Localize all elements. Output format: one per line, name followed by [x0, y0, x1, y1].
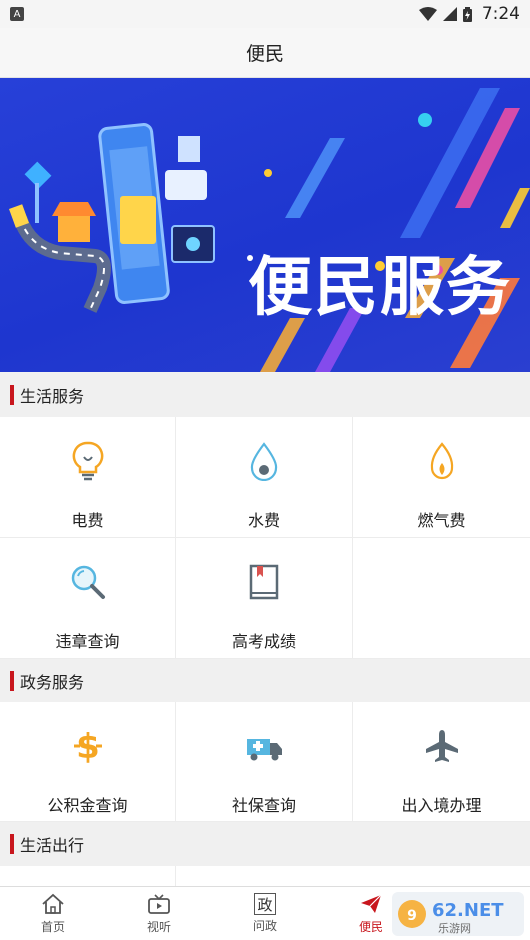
- travel-grid-partial: [0, 866, 530, 886]
- service-exam-score[interactable]: 高考成绩: [176, 538, 353, 659]
- book-icon: [242, 560, 286, 604]
- section-accent-bar: [10, 834, 14, 854]
- service-electricity[interactable]: 电费: [0, 417, 176, 538]
- section-header-government-services: 政务服务: [0, 659, 530, 703]
- section-title: 生活出行: [20, 836, 85, 855]
- home-icon: [40, 892, 66, 916]
- svg-text:9: 9: [407, 908, 417, 924]
- section-accent-bar: [10, 671, 14, 691]
- service-label: 社保查询: [231, 796, 296, 815]
- nav-label: 便民: [358, 920, 383, 934]
- nav-item-video[interactable]: 视听: [106, 887, 212, 940]
- banner-title: 便民服务: [248, 251, 512, 325]
- service-housing-fund[interactable]: $ 公积金查询: [0, 702, 176, 822]
- section-title: 生活服务: [20, 387, 85, 406]
- nav-label: 视听: [146, 920, 171, 934]
- status-bar: A 7:24: [0, 0, 530, 28]
- svg-text:乐游网: 乐游网: [438, 922, 471, 935]
- section-accent-bar: [10, 385, 14, 405]
- government-services-grid: $ 公积金查询 社保查询 出入境办理: [0, 702, 530, 822]
- service-label: 出入境办理: [401, 796, 482, 815]
- section-header-life-services: 生活服务: [0, 373, 530, 417]
- section-title: 政务服务: [20, 673, 85, 692]
- magnifier-icon: [66, 560, 110, 604]
- section-header-travel: 生活出行: [0, 822, 530, 866]
- paper-plane-icon: [358, 892, 384, 916]
- service-exit-entry[interactable]: 出入境办理: [353, 702, 530, 822]
- svg-text:62.NET: 62.NET: [432, 900, 504, 921]
- dollar-icon: $: [66, 724, 110, 768]
- watermark-logo: 9 62.NET 乐游网: [392, 892, 524, 936]
- zheng-icon: 政: [254, 893, 276, 915]
- service-label: 燃气费: [417, 511, 466, 530]
- battery-icon: [462, 6, 472, 22]
- empty-cell: [353, 538, 530, 659]
- banner[interactable]: 便民服务: [0, 78, 530, 372]
- water-drop-icon: [242, 439, 286, 483]
- cell-signal-icon: [442, 7, 457, 21]
- wifi-icon: [418, 7, 437, 21]
- life-services-grid: 电费 水费 燃气费 违章查询 高考成绩: [0, 417, 530, 659]
- nav-item-home[interactable]: 首页: [0, 887, 106, 940]
- service-social-security[interactable]: 社保查询: [176, 702, 353, 822]
- service-traffic-violation[interactable]: 违章查询: [0, 538, 176, 659]
- airplane-icon: [420, 724, 464, 768]
- service-label: 电费: [71, 511, 104, 530]
- ambulance-icon: [242, 724, 286, 768]
- nav-label: 首页: [40, 920, 65, 934]
- service-label: 高考成绩: [231, 632, 296, 651]
- service-gas[interactable]: 燃气费: [353, 417, 530, 538]
- gas-flame-icon: [420, 439, 464, 483]
- page-title: 便民: [0, 28, 530, 78]
- lightbulb-icon: [66, 439, 110, 483]
- status-time: 7:24: [481, 4, 520, 24]
- tv-icon: [146, 892, 172, 916]
- service-water[interactable]: 水费: [176, 417, 353, 538]
- service-label: 水费: [247, 511, 280, 530]
- notification-a-icon: A: [10, 7, 24, 21]
- nav-item-politics[interactable]: 政 问政: [212, 887, 318, 940]
- service-label: 违章查询: [55, 632, 120, 651]
- nav-label: 问政: [252, 919, 277, 933]
- service-label: 公积金查询: [47, 796, 128, 815]
